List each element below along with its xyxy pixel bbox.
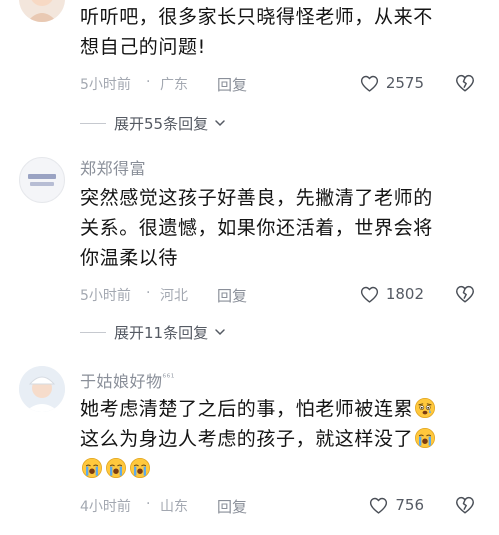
broken-heart-icon[interactable] — [454, 283, 476, 305]
comment-meta: 4小时前 · 山东 回复 756 — [80, 493, 480, 517]
comment-location: 河北 — [160, 288, 188, 304]
user-level-badge: ⁶⁶¹ — [162, 373, 175, 384]
meta-separator: · — [146, 496, 151, 512]
comment-text: 突然感觉这孩子好善良，先撇清了老师的 关系。很遗憾，如果你还活着，世界会将 你温… — [80, 183, 480, 273]
avatar[interactable] — [19, 366, 65, 412]
broken-heart-icon[interactable] — [454, 494, 476, 516]
worried-face-emoji — [414, 397, 436, 419]
expand-divider — [80, 331, 106, 333]
loudly-crying-face-emoji — [414, 427, 436, 449]
comment-time: 5小时前 — [80, 77, 131, 93]
comment-location: 广东 — [160, 77, 188, 93]
like-count: 756 — [395, 496, 424, 514]
emoji-line — [80, 454, 480, 484]
like-count: 1802 — [385, 285, 424, 303]
like-count: 2575 — [385, 74, 424, 92]
meta-separator: · — [146, 285, 151, 301]
comment-meta: 5小时前 · 河北 回复 1802 — [80, 282, 480, 306]
loudly-crying-face-emoji — [81, 457, 103, 479]
expand-replies-button[interactable]: 展开55条回复 — [80, 112, 226, 134]
comment-time: 5小时前 — [80, 288, 131, 304]
comment-line: 你温柔以待 — [80, 247, 179, 269]
comment-line: 听听吧，很多家长只晓得怪老师，从来不 — [80, 6, 433, 28]
reply-button[interactable]: 回复 — [217, 496, 247, 517]
comment-text: 她考虑清楚了之后的事，怕老师被连累 这么为身边人考虑的孩子，就这样没了 — [80, 394, 480, 484]
expand-replies-label: 展开11条回复 — [114, 323, 209, 342]
comment-line: 突然感觉这孩子好善良，先撇清了老师的 — [80, 187, 433, 209]
like-button[interactable]: 1802 — [359, 282, 424, 306]
comment-text: 听听吧，很多家长只晓得怪老师，从来不 想自己的问题! — [80, 2, 480, 62]
expand-divider — [80, 122, 106, 124]
like-button[interactable]: 2575 — [359, 71, 424, 95]
broken-heart-icon[interactable] — [454, 72, 476, 94]
reply-button[interactable]: 回复 — [217, 285, 247, 306]
like-button[interactable]: 756 — [368, 493, 424, 517]
heart-outline-icon — [359, 284, 380, 305]
reply-button[interactable]: 回复 — [217, 74, 247, 95]
username-text: 于姑娘好物 — [80, 372, 163, 391]
avatar[interactable] — [19, 0, 65, 22]
loudly-crying-face-emoji — [129, 457, 151, 479]
heart-outline-icon — [359, 73, 380, 94]
chevron-down-icon — [215, 329, 225, 336]
expand-replies-label: 展开55条回复 — [114, 114, 209, 133]
heart-outline-icon — [368, 495, 389, 516]
comment-line: 想自己的问题! — [80, 36, 206, 58]
username[interactable]: 于姑娘好物⁶⁶¹ — [80, 368, 175, 392]
comment-line: 关系。很遗憾，如果你还活着，世界会将 — [80, 217, 433, 239]
avatar[interactable] — [19, 157, 65, 203]
comment-line-text: 她考虑清楚了之后的事，怕老师被连累 — [80, 398, 414, 420]
comment-line-text: 这么为身边人考虑的孩子，就这样没了 — [80, 428, 414, 450]
meta-separator: · — [146, 74, 151, 90]
comment-line: 她考虑清楚了之后的事，怕老师被连累 — [80, 394, 480, 424]
username[interactable]: 郑郑得富 — [80, 155, 146, 179]
chevron-down-icon — [215, 120, 225, 127]
comment-meta: 5小时前 · 广东 回复 2575 — [80, 71, 480, 95]
comment-line: 这么为身边人考虑的孩子，就这样没了 — [80, 424, 480, 454]
comment-time: 4小时前 — [80, 499, 131, 515]
comment-location: 山东 — [160, 499, 188, 515]
expand-replies-button[interactable]: 展开11条回复 — [80, 321, 226, 343]
loudly-crying-face-emoji — [105, 457, 127, 479]
